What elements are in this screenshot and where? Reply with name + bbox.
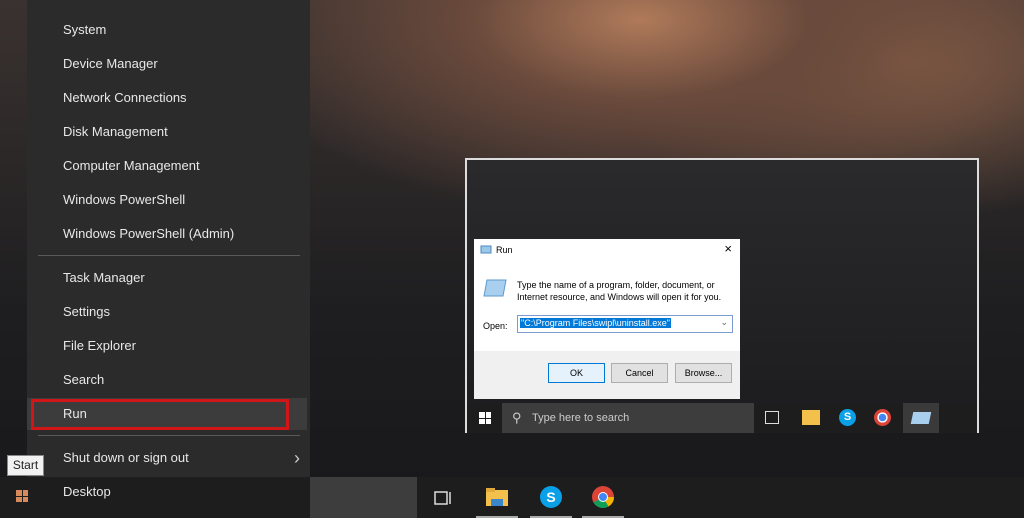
run-dialog: Run × Type the name of a program, folder… xyxy=(474,239,740,399)
browse-button[interactable]: Browse... xyxy=(675,363,732,383)
menu-item-search[interactable]: Search xyxy=(27,364,310,396)
menu-item-disk-management[interactable]: Disk Management xyxy=(27,116,310,148)
run-icon xyxy=(480,245,492,254)
close-icon[interactable]: × xyxy=(724,241,732,256)
divider xyxy=(38,255,300,256)
menu-item-system[interactable]: System xyxy=(27,14,310,46)
skype-icon[interactable]: S xyxy=(839,409,856,426)
menu-item-desktop[interactable]: Desktop xyxy=(27,476,310,508)
open-value[interactable]: "C:\Program Files\swipl\uninstall.exe" xyxy=(520,318,671,328)
dialog-title: Run xyxy=(496,245,513,255)
dialog-description: Type the name of a program, folder, docu… xyxy=(517,279,721,303)
search-icon: ⚲ xyxy=(512,410,522,425)
chevron-down-icon[interactable]: ⌄ xyxy=(720,317,728,328)
shutdown-label: Shut down or sign out xyxy=(63,450,189,465)
run-program-icon xyxy=(483,279,507,297)
menu-item-powershell-admin[interactable]: Windows PowerShell (Admin) xyxy=(27,218,310,250)
task-view-icon[interactable] xyxy=(422,477,464,518)
highlight-box xyxy=(31,399,289,430)
inner-taskbar: ⚲ Type here to search S xyxy=(467,403,977,433)
open-label: Open: xyxy=(483,321,508,331)
menu-item-computer-management[interactable]: Computer Management xyxy=(27,150,310,182)
menu-item-powershell[interactable]: Windows PowerShell xyxy=(27,184,310,216)
menu-item-task-manager[interactable]: Task Manager xyxy=(27,262,310,294)
description-line: Internet resource, and Windows will open… xyxy=(517,292,722,302)
file-explorer-icon[interactable] xyxy=(802,410,820,425)
search-placeholder: Type here to search xyxy=(532,412,630,424)
svg-text:S: S xyxy=(546,489,555,505)
taskbar-search-area[interactable] xyxy=(310,477,417,518)
chevron-right-icon: › xyxy=(294,448,300,468)
windows-icon[interactable] xyxy=(479,412,491,424)
menu-item-settings[interactable]: Settings xyxy=(27,296,310,328)
open-combobox[interactable]: "C:\Program Files\swipl\uninstall.exe" ⌄ xyxy=(517,315,733,333)
inner-search-box[interactable]: ⚲ Type here to search xyxy=(502,403,754,433)
menu-item-shutdown[interactable]: Shut down or sign out › xyxy=(27,442,310,474)
file-explorer-icon[interactable] xyxy=(476,477,518,518)
skype-icon[interactable]: S xyxy=(530,477,572,518)
start-tooltip: Start xyxy=(7,455,44,476)
power-user-menu: System Device Manager Network Connection… xyxy=(27,0,310,518)
divider xyxy=(38,435,300,436)
run-taskbar-icon[interactable] xyxy=(903,403,939,433)
menu-item-network-connections[interactable]: Network Connections xyxy=(27,82,310,114)
task-view-icon[interactable] xyxy=(765,411,779,424)
cancel-button[interactable]: Cancel xyxy=(611,363,668,383)
menu-item-file-explorer[interactable]: File Explorer xyxy=(27,330,310,362)
chrome-icon[interactable] xyxy=(582,477,624,518)
ok-button[interactable]: OK xyxy=(548,363,605,383)
inner-screenshot: Run × Type the name of a program, folder… xyxy=(465,158,979,433)
description-line: Type the name of a program, folder, docu… xyxy=(517,280,715,290)
chrome-icon[interactable] xyxy=(874,409,891,426)
menu-item-device-manager[interactable]: Device Manager xyxy=(27,48,310,80)
